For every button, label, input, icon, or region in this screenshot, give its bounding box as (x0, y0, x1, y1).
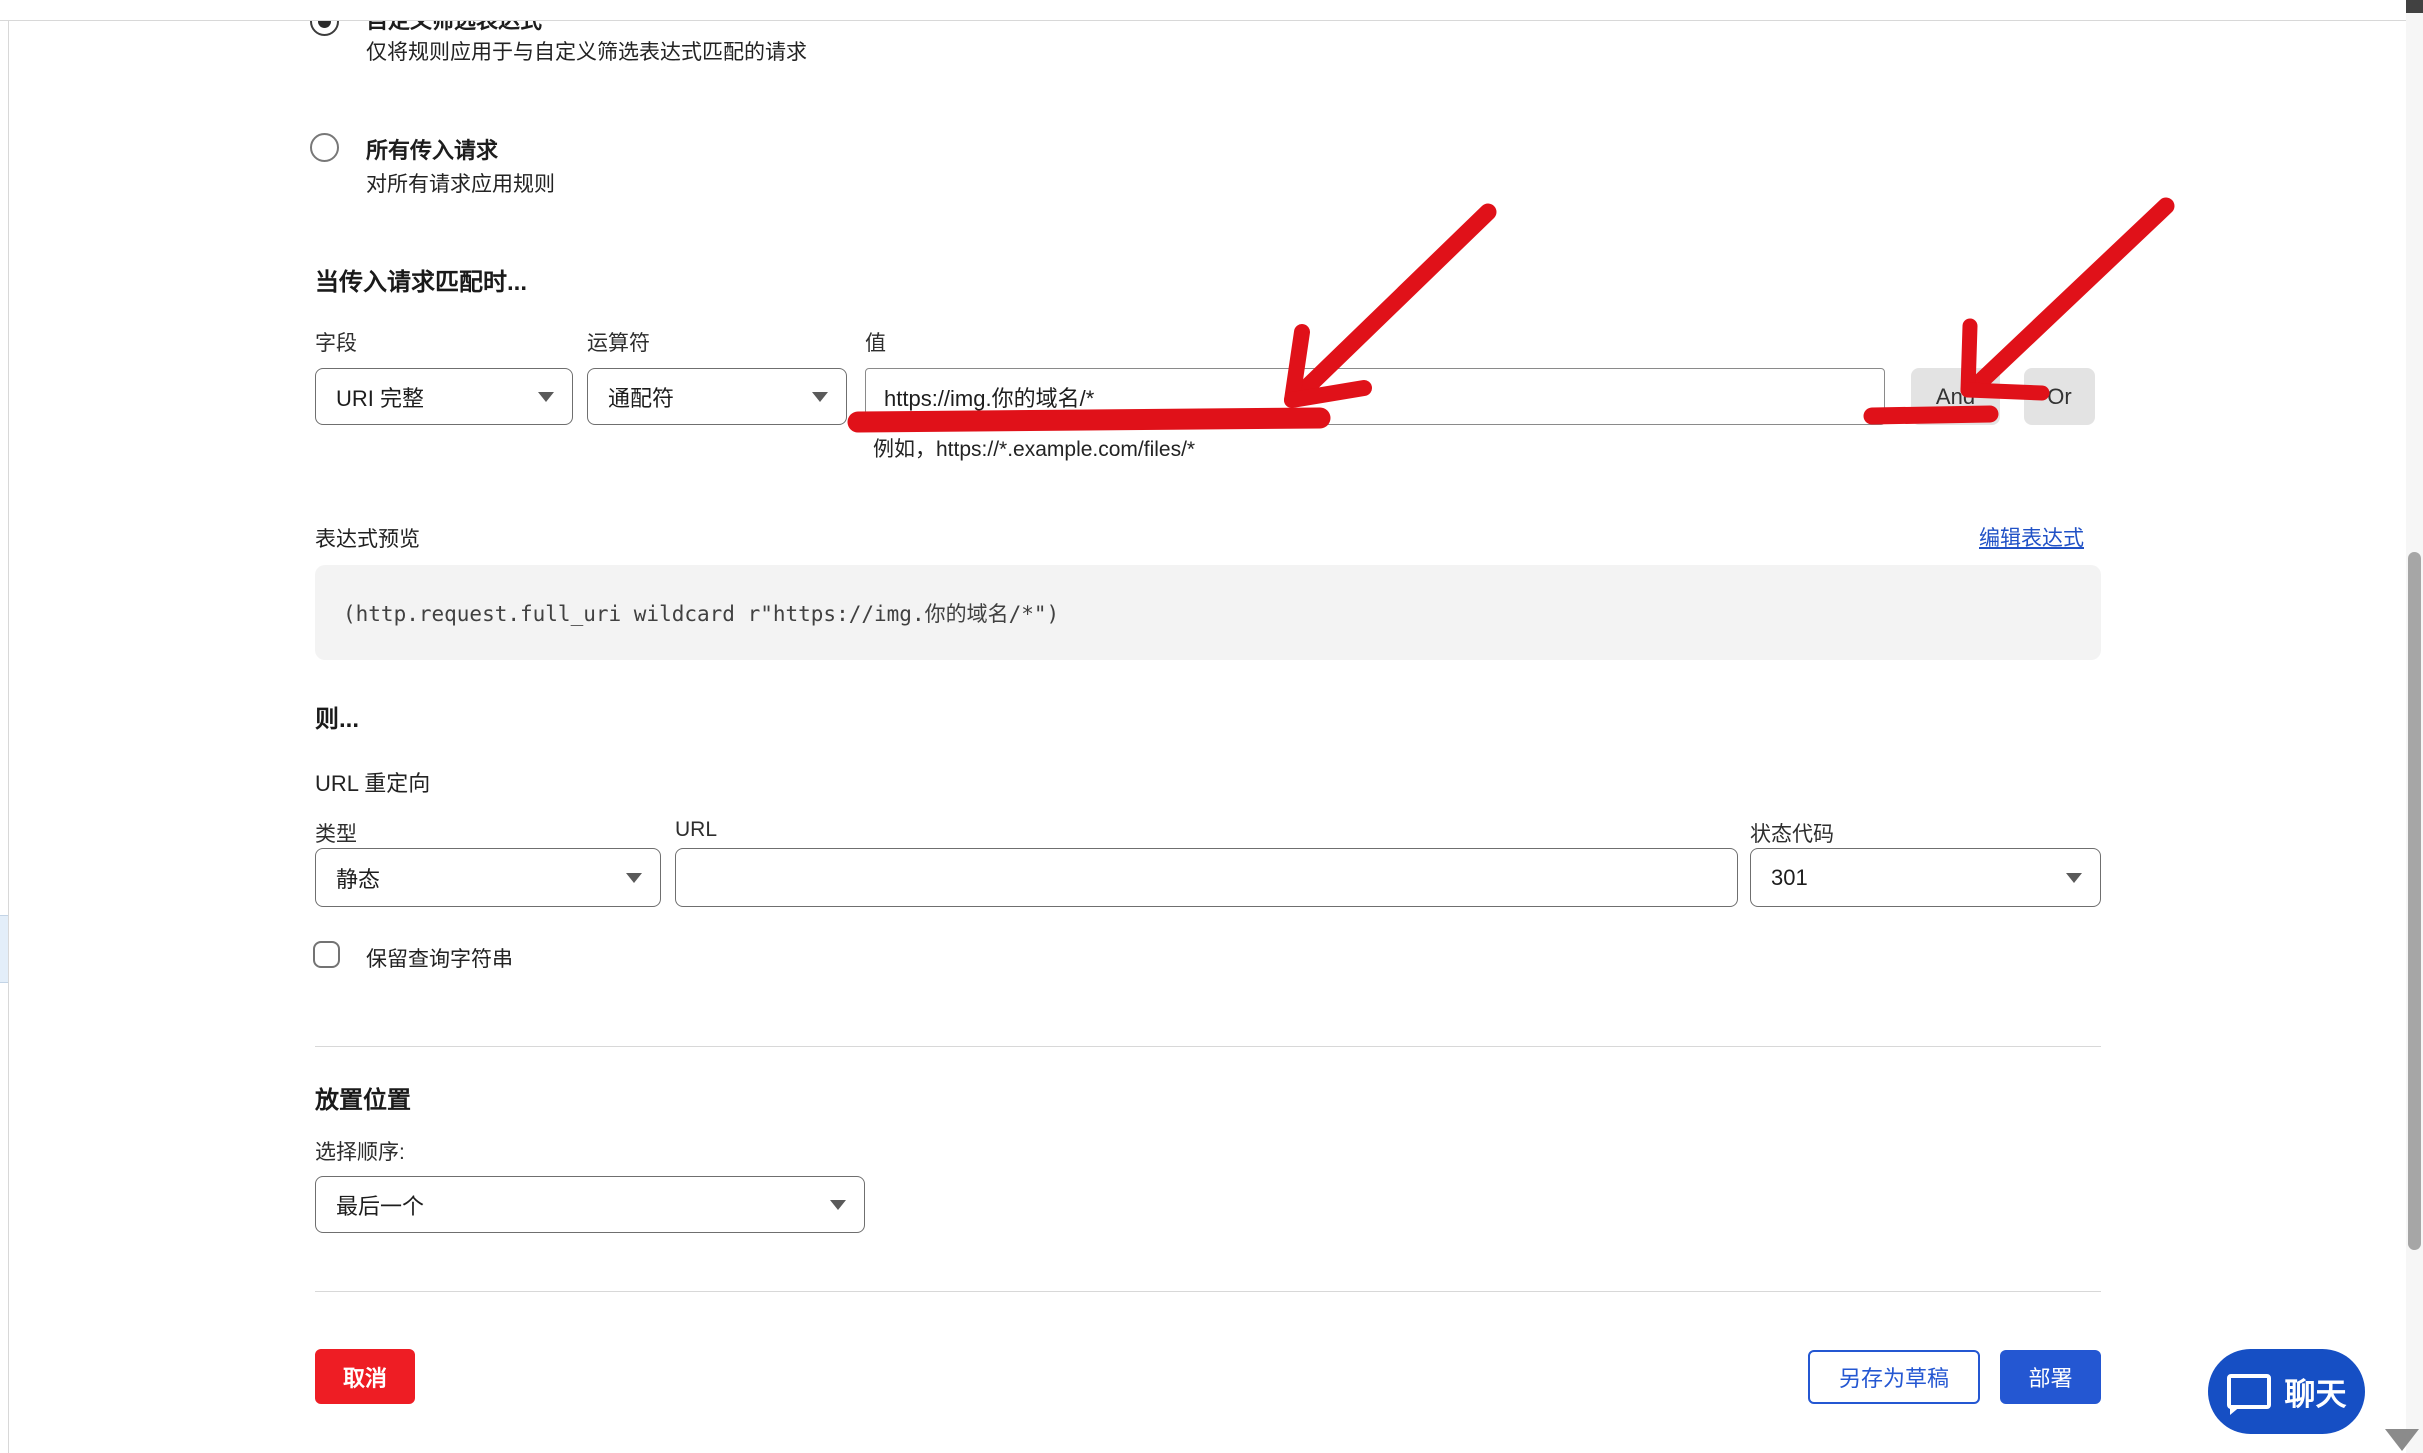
scrollbar-thumb[interactable] (2408, 552, 2421, 1250)
expression-code: (http.request.full_uri wildcard r"https:… (315, 598, 1059, 628)
and-button[interactable]: And (1911, 368, 2000, 425)
action-type-label: URL 重定向 (315, 766, 430, 798)
redirect-url-input[interactable] (675, 848, 1738, 907)
radio-custom-filter-description: 仅将规则应用于与自定义筛选表达式匹配的请求 (366, 36, 807, 66)
red-annotation-overlay (0, 0, 2423, 1453)
radio-all-requests-label: 所有传入请求 (366, 133, 498, 165)
then-section-heading: 则... (315, 699, 359, 734)
order-label: 选择顺序: (315, 1136, 405, 1166)
operator-label: 运算符 (587, 327, 650, 357)
corner-arrow-icon (2385, 1429, 2419, 1451)
preserve-query-string-label: 保留查询字符串 (366, 943, 513, 973)
radio-all-incoming-requests[interactable] (310, 133, 339, 162)
value-input[interactable] (865, 368, 1885, 425)
deploy-button[interactable]: 部署 (2000, 1350, 2101, 1404)
chevron-down-icon (626, 873, 642, 883)
chat-button-label: 聊天 (2285, 1369, 2347, 1414)
field-label: 字段 (315, 327, 357, 357)
chat-bubble-icon (2227, 1374, 2271, 1409)
save-as-draft-button[interactable]: 另存为草稿 (1808, 1350, 1980, 1404)
chevron-down-icon (830, 1200, 846, 1210)
expression-preview-label: 表达式预览 (315, 523, 420, 553)
chevron-down-icon (538, 392, 554, 402)
or-button[interactable]: Or (2024, 368, 2095, 425)
value-example-hint: 例如，https://*.example.com/files/* (873, 433, 1195, 463)
status-code-value: 301 (1771, 865, 1808, 891)
value-label: 值 (865, 327, 886, 357)
panel-left-border (8, 20, 9, 1453)
chat-button[interactable]: 聊天 (2208, 1349, 2365, 1434)
chevron-down-icon (812, 392, 828, 402)
redirect-url-label: URL (675, 818, 717, 842)
top-clip-overlay (0, 0, 2406, 20)
redirect-type-select[interactable]: 静态 (315, 848, 661, 907)
left-edge-highlight (0, 915, 8, 983)
order-select[interactable]: 最后一个 (315, 1176, 865, 1233)
cancel-button[interactable]: 取消 (315, 1349, 415, 1404)
scrollbar-top-corner (2406, 0, 2423, 13)
placement-heading: 放置位置 (315, 1080, 411, 1115)
order-select-value: 最后一个 (336, 1189, 424, 1221)
match-section-heading: 当传入请求匹配时... (315, 262, 527, 297)
operator-select[interactable]: 通配符 (587, 368, 847, 425)
expression-preview-box: (http.request.full_uri wildcard r"https:… (315, 565, 2101, 660)
chevron-down-icon (2066, 873, 2082, 883)
radio-all-requests-description: 对所有请求应用规则 (366, 168, 555, 198)
field-select[interactable]: URI 完整 (315, 368, 573, 425)
edit-expression-link[interactable]: 编辑表达式 (1979, 522, 2084, 552)
rule-editor-page: 自定义筛选表达式 仅将规则应用于与自定义筛选表达式匹配的请求 所有传入请求 对所… (0, 0, 2423, 1453)
redirect-type-value: 静态 (336, 862, 380, 894)
panel-top-border (0, 20, 2423, 21)
section-divider (315, 1046, 2101, 1047)
field-select-value: URI 完整 (336, 381, 424, 413)
status-code-label: 状态代码 (1750, 818, 1834, 848)
footer-divider (315, 1291, 2101, 1292)
preserve-query-string-checkbox[interactable] (313, 941, 340, 968)
operator-select-value: 通配符 (608, 381, 674, 413)
redirect-type-label: 类型 (315, 818, 357, 848)
status-code-select[interactable]: 301 (1750, 848, 2101, 907)
red-arrow-2-shaft (1978, 206, 2166, 384)
